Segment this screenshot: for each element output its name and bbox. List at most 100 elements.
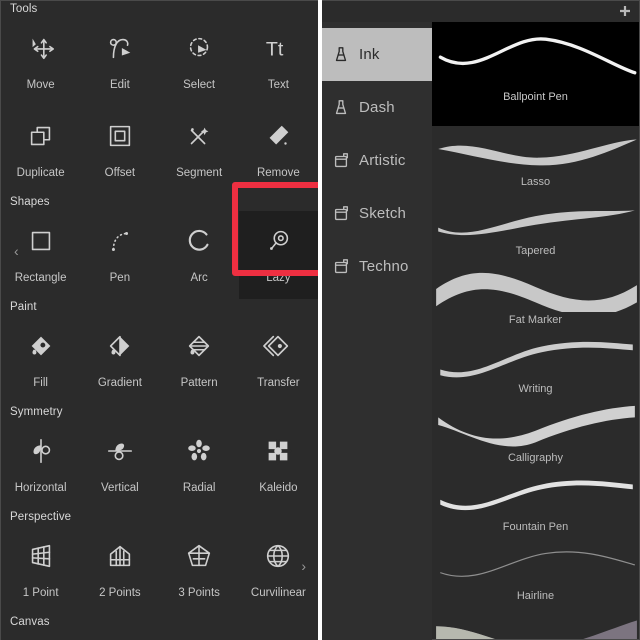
tool-gradient[interactable]: Gradient xyxy=(80,316,159,404)
brush-stroke-preview xyxy=(432,609,639,639)
tool-segment[interactable]: Segment xyxy=(160,106,239,194)
pen-icon xyxy=(103,224,137,258)
tool-edit[interactable]: Edit xyxy=(80,18,159,106)
tool-duplicate[interactable]: Duplicate xyxy=(1,106,80,194)
tool-label: Gradient xyxy=(97,377,142,389)
tool-text[interactable]: Tt Text xyxy=(239,18,318,106)
tool-flip[interactable]: Flip xyxy=(160,631,239,640)
symmetry-vertical-icon xyxy=(103,434,137,468)
tool-select[interactable]: Select xyxy=(160,18,239,106)
brush-category-list: Ink Dash Artistic Sketch Techno xyxy=(322,22,432,640)
tool-label: Vertical xyxy=(101,482,139,494)
brush-category-sketch[interactable]: Sketch xyxy=(322,187,432,240)
tool-1-point[interactable]: 1 Point xyxy=(1,526,80,614)
tool-3-points[interactable]: 3 Points xyxy=(160,526,239,614)
section-label-tools: Tools xyxy=(10,3,38,15)
brush-stroke-preview xyxy=(432,264,639,312)
tool-crop[interactable]: Crop xyxy=(1,631,80,640)
brush-item-lasso[interactable]: Lasso xyxy=(432,126,639,195)
brush-category-ink[interactable]: Ink xyxy=(322,28,432,81)
tool-row: › 1 Point 2 Points 3 Points Curvilinear xyxy=(1,526,318,614)
tool-kaleido[interactable]: Kaleido xyxy=(239,421,318,509)
tool-label: Pattern xyxy=(180,377,218,389)
tool-label: Edit xyxy=(109,79,130,91)
tool-row: Horizontal Vertical Radial Kaleido xyxy=(1,421,318,509)
tool-move[interactable]: Move xyxy=(1,18,80,106)
tools-panel: Tools Move Edit Select Tt Text Duplicate Offset… xyxy=(0,0,318,640)
tool-label: 2 Points xyxy=(99,587,141,599)
brush-item-partial[interactable] xyxy=(432,609,639,639)
tool-label: Remove xyxy=(256,167,300,179)
brush-name-label: Writing xyxy=(518,383,553,395)
brush-name-label: Calligraphy xyxy=(507,452,564,464)
section-label-symmetry: Symmetry xyxy=(10,406,63,418)
tool-label: Kaleido xyxy=(259,482,298,494)
tool-label: Move xyxy=(26,79,55,91)
brush-category-techno[interactable]: Techno xyxy=(322,240,432,293)
brush-body: Ink Dash Artistic Sketch Techno Ballpoint Pe… xyxy=(322,22,640,640)
brush-stroke-preview xyxy=(432,333,639,381)
brush-item-writing[interactable]: Writing xyxy=(432,333,639,402)
brush-category-artistic[interactable]: Artistic xyxy=(322,134,432,187)
brush-name-label: Fountain Pen xyxy=(502,521,569,533)
ink-bottle-icon xyxy=(331,98,351,118)
tool-rectangle[interactable]: Rectangle xyxy=(1,211,80,299)
tool-offset[interactable]: Offset xyxy=(80,106,159,194)
brush-item-fat-marker[interactable]: Fat Marker xyxy=(432,264,639,333)
tool-transfer[interactable]: Transfer xyxy=(239,316,318,404)
brush-category-dash[interactable]: Dash xyxy=(322,81,432,134)
brush-name-label: Fat Marker xyxy=(508,314,563,326)
tool-reset[interactable]: Reset xyxy=(80,631,159,640)
brush-item-hairline[interactable]: Hairline xyxy=(432,540,639,609)
tool-label: Lazy xyxy=(266,272,291,284)
tool-lazy[interactable]: Lazy xyxy=(238,211,318,299)
brush-stroke-preview xyxy=(432,126,639,174)
gradient-icon xyxy=(103,329,137,363)
ink-bottle-icon xyxy=(331,45,351,65)
tool-fill[interactable]: Fill xyxy=(1,316,80,404)
tool-row: CropResetFlipLock xyxy=(1,631,318,640)
brush-stroke-preview xyxy=(432,28,639,84)
tool-vertical[interactable]: Vertical xyxy=(80,421,159,509)
brush-item-ballpoint-pen[interactable]: Ballpoint Pen xyxy=(432,22,639,126)
tool-lock[interactable]: Lock xyxy=(239,631,318,640)
brush-item-tapered[interactable]: Tapered xyxy=(432,195,639,264)
paint-can-icon xyxy=(331,204,351,224)
tool-remove[interactable]: Remove xyxy=(239,106,318,194)
text-icon: Tt xyxy=(261,31,295,65)
brush-stroke-preview xyxy=(432,402,639,450)
brush-item-calligraphy[interactable]: Calligraphy xyxy=(432,402,639,471)
rectangle-icon xyxy=(24,224,58,258)
brush-panel: Ink Dash Artistic Sketch Techno Ballpoint Pe… xyxy=(322,0,640,640)
tool-horizontal[interactable]: Horizontal xyxy=(1,421,80,509)
tool-pen[interactable]: Pen xyxy=(80,211,159,299)
tool-label: Fill xyxy=(33,377,48,389)
section-label-perspective: Perspective xyxy=(10,511,72,523)
brush-category-label: Techno xyxy=(359,258,409,275)
transfer-icon xyxy=(261,329,295,363)
pattern-icon xyxy=(182,329,216,363)
tool-2-points[interactable]: 2 Points xyxy=(80,526,159,614)
tool-arc[interactable]: Arc xyxy=(160,211,239,299)
tool-radial[interactable]: Radial xyxy=(160,421,239,509)
paint-can-icon xyxy=(331,257,351,277)
tool-label: Select xyxy=(183,79,216,91)
brush-category-label: Sketch xyxy=(359,205,407,222)
tool-label: Arc xyxy=(190,272,208,284)
tool-pattern[interactable]: Pattern xyxy=(160,316,239,404)
duplicate-icon xyxy=(24,119,58,153)
tool-row: ‹ Rectangle Pen Arc Lazy xyxy=(1,211,318,299)
tool-label: Radial xyxy=(182,482,216,494)
move-icon xyxy=(24,31,58,65)
brush-name-label: Ballpoint Pen xyxy=(503,91,568,103)
brush-item-fountain-pen[interactable]: Fountain Pen xyxy=(432,471,639,540)
segment-icon xyxy=(182,119,216,153)
plus-icon[interactable] xyxy=(618,4,632,18)
perspective-3points-icon xyxy=(182,539,216,573)
brush-name-label: Tapered xyxy=(515,245,556,257)
section-label-canvas: Canvas xyxy=(10,616,50,628)
section-label-paint: Paint xyxy=(10,301,37,313)
tool-curvilinear[interactable]: Curvilinear xyxy=(239,526,318,614)
arc-icon xyxy=(182,224,216,258)
perspective-1point-icon xyxy=(24,539,58,573)
